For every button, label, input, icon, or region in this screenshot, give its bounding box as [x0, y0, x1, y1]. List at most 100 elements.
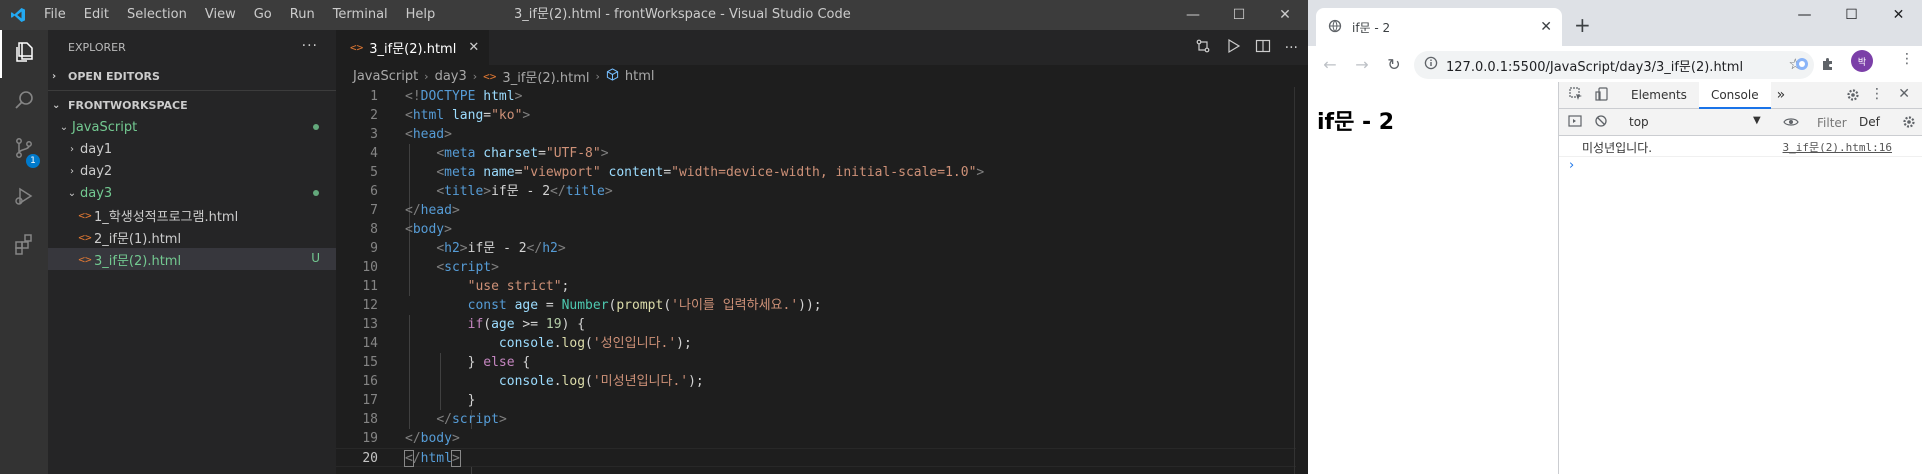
line-number: 9: [370, 241, 378, 256]
workspace-section[interactable]: ⌄ FRONTWORKSPACE: [48, 94, 336, 116]
devtools-panel: Elements Console » ⋮ ✕ top ▼ Filter Def …: [1558, 81, 1922, 474]
more-actions-icon[interactable]: ···: [1285, 40, 1298, 56]
line-number: 18: [362, 412, 378, 427]
line-number: 5: [370, 165, 378, 180]
breadcrumb-item[interactable]: JavaScript: [353, 69, 418, 84]
menu-file[interactable]: File: [35, 0, 75, 30]
settings-gear-icon[interactable]: [1846, 88, 1860, 105]
log-levels-select[interactable]: Def: [1859, 115, 1880, 129]
code-editor[interactable]: 1 <!DOCTYPE html> 2 <html lang="ko"> 3 <hea…: [336, 87, 1308, 474]
line-number: 15: [362, 355, 378, 370]
breadcrumb-item[interactable]: 3_if문(2).html: [502, 67, 589, 86]
html-file-icon: <>: [78, 208, 92, 222]
menu-selection[interactable]: Selection: [118, 0, 196, 30]
menu-bar: File Edit Selection View Go Run Terminal…: [35, 0, 444, 30]
page-heading: if문 - 2: [1317, 110, 1395, 135]
tree-file-2[interactable]: <> 2_if문(1).html: [48, 226, 336, 248]
menu-go[interactable]: Go: [245, 0, 281, 30]
reload-icon[interactable]: ↻: [1378, 55, 1410, 74]
tree-item-label: day1: [80, 141, 113, 157]
tree-folder-day3[interactable]: ⌄ day3: [48, 182, 336, 204]
explorer-activity[interactable]: [0, 30, 48, 78]
line-number: 12: [362, 298, 378, 313]
sidebar-toggle-icon[interactable]: [1568, 114, 1582, 131]
source-control-activity[interactable]: 1: [0, 126, 48, 174]
devtools-menu-icon[interactable]: ⋮: [1870, 86, 1884, 102]
profile-avatar[interactable]: 박: [1851, 50, 1873, 72]
chrome-tabstrip: if문 - 2 ✕ + — ☐ ✕: [1308, 0, 1922, 46]
close-button[interactable]: ✕: [1875, 0, 1922, 30]
tab-elements[interactable]: Elements: [1619, 82, 1699, 109]
run-debug-activity[interactable]: [0, 174, 48, 222]
chevron-right-icon: ›: [70, 165, 74, 177]
run-icon[interactable]: [1225, 38, 1241, 58]
minimize-button[interactable]: —: [1781, 0, 1828, 30]
clear-console-icon[interactable]: [1594, 114, 1608, 131]
console-prompt[interactable]: ›: [1569, 158, 1574, 173]
maximize-button[interactable]: ☐: [1828, 0, 1875, 30]
device-toolbar-icon[interactable]: [1595, 86, 1609, 104]
breadcrumb: JavaScript › day3 › <> 3_if문(2).html › h…: [336, 65, 1308, 87]
breadcrumb-item[interactable]: day3: [435, 69, 467, 84]
browser-tab[interactable]: if문 - 2 ✕: [1316, 8, 1562, 46]
eye-icon[interactable]: [1783, 115, 1799, 132]
code-text: </body>: [405, 431, 460, 446]
code-text: console.log('미성년입니다.');: [498, 374, 704, 389]
filter-input[interactable]: Filter: [1817, 116, 1847, 130]
line-number: 6: [370, 184, 378, 199]
extension-icon[interactable]: [1794, 56, 1810, 76]
menu-edit[interactable]: Edit: [75, 0, 118, 30]
more-actions-button[interactable]: ···: [302, 38, 318, 54]
code-line: 15 } else {: [336, 353, 1296, 372]
menu-terminal[interactable]: Terminal: [324, 0, 397, 30]
search-activity[interactable]: [0, 78, 48, 126]
close-devtools-icon[interactable]: ✕: [1898, 86, 1910, 102]
console-source-link[interactable]: 3_if문(2).html:16: [1783, 139, 1892, 155]
inspect-element-icon[interactable]: [1569, 86, 1583, 104]
url-text: 127.0.0.1:5500/JavaScript/day3/3_if문(2).…: [1446, 59, 1744, 75]
context-select[interactable]: top: [1629, 115, 1649, 129]
split-editor-icon[interactable]: [1255, 38, 1271, 58]
editor-tab-active[interactable]: <> 3_if문(2).html ✕: [336, 30, 490, 65]
tree-folder-day2[interactable]: › day2: [48, 160, 336, 182]
chrome-menu-icon[interactable]: ⋮: [1900, 51, 1914, 67]
open-editors-section[interactable]: › OPEN EDITORS: [48, 65, 336, 87]
extensions-activity[interactable]: [0, 222, 48, 270]
code-text: const age = Number(prompt('나이를 입력하세요.'))…: [467, 298, 822, 313]
vertical-scrollbar[interactable]: [1294, 87, 1308, 474]
dropdown-arrow-icon: ▼: [1753, 115, 1761, 126]
address-bar[interactable]: 127.0.0.1:5500/JavaScript/day3/3_if문(2).…: [1414, 51, 1814, 79]
tree-folder-day1[interactable]: › day1: [48, 138, 336, 160]
more-tabs-button[interactable]: »: [1777, 87, 1786, 103]
menu-view[interactable]: View: [196, 0, 245, 30]
back-arrow-icon[interactable]: ←: [1314, 55, 1346, 74]
tree-folder-javascript[interactable]: ⌄ JavaScript: [48, 116, 336, 138]
code-text: <body>: [405, 222, 452, 237]
html-file-icon: <>: [78, 230, 92, 244]
chevron-right-icon: ›: [424, 69, 429, 83]
maximize-button[interactable]: ☐: [1216, 0, 1262, 30]
forward-arrow-icon[interactable]: →: [1346, 55, 1378, 74]
code-line: 17 }: [336, 391, 1296, 410]
minimize-button[interactable]: —: [1170, 0, 1216, 30]
close-button[interactable]: ✕: [1262, 0, 1308, 30]
tree-file-3[interactable]: <> 3_if문(2).html U: [48, 248, 336, 270]
line-number: 10: [362, 260, 378, 275]
line-number: 2: [370, 108, 378, 123]
menu-run[interactable]: Run: [281, 0, 324, 30]
console-settings-gear-icon[interactable]: [1902, 115, 1916, 132]
tree-item-label: 2_if문(1).html: [94, 231, 182, 247]
tab-close-button[interactable]: ✕: [468, 40, 479, 55]
breadcrumb-item[interactable]: html: [625, 69, 655, 84]
puzzle-extensions-icon[interactable]: [1820, 56, 1836, 76]
menu-help[interactable]: Help: [397, 0, 445, 30]
code-line: 16 console.log('미성년입니다.');: [336, 372, 1296, 391]
tab-console[interactable]: Console: [1698, 81, 1771, 109]
new-tab-button[interactable]: +: [1574, 13, 1591, 37]
rendered-page: if문 - 2: [1308, 82, 1558, 474]
tree-file-1[interactable]: <> 1_학생성적프로그램.html: [48, 204, 336, 226]
modified-dot-icon: [313, 190, 319, 196]
line-number: 7: [370, 203, 378, 218]
open-changes-icon[interactable]: [1195, 38, 1211, 58]
tab-close-button[interactable]: ✕: [1540, 19, 1552, 35]
